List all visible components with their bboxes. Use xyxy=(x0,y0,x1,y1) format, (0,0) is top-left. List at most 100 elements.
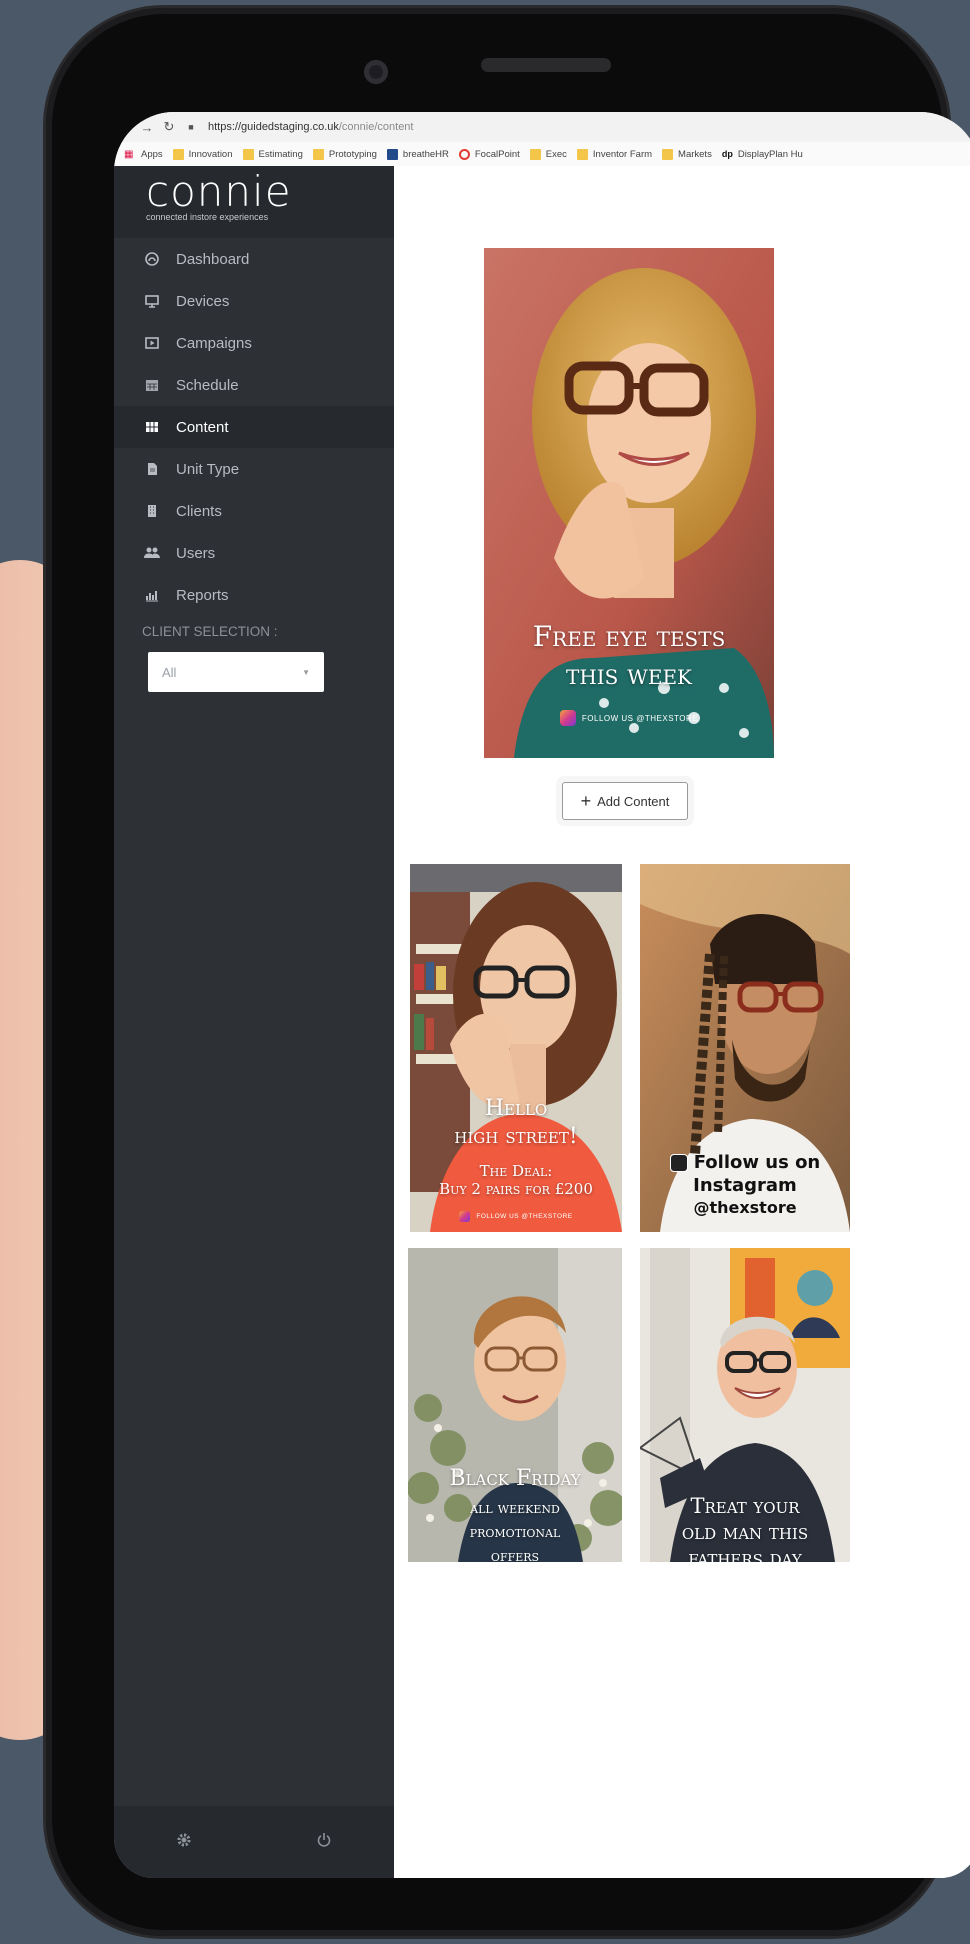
sidebar-item-users[interactable]: Users xyxy=(114,532,394,574)
sidebar-item-devices[interactable]: Devices xyxy=(114,280,394,322)
url-field[interactable]: https://guidedstaging.co.uk/connie/conte… xyxy=(208,121,414,133)
hero-headline-2: this week xyxy=(566,658,692,691)
sidebar-item-schedule[interactable]: Schedule xyxy=(114,364,394,406)
bookmark-label: Innovation xyxy=(188,148,233,160)
bookmark-label: DisplayPlan Hu xyxy=(737,148,803,160)
folder-icon xyxy=(662,148,674,160)
dashboard-icon xyxy=(144,251,160,267)
card-4-line-1: Treat your xyxy=(690,1494,800,1518)
back-icon[interactable]: ← xyxy=(114,120,136,135)
sidebar-menu: Dashboard Devices Campaigns Schedule Con… xyxy=(114,238,394,616)
sidebar-item-reports[interactable]: Reports xyxy=(114,574,394,616)
content-card[interactable]: Black Friday all weekend promotional off… xyxy=(408,1248,622,1562)
bookmark-label: Exec xyxy=(545,148,567,160)
content-card[interactable]: Treat your old man this fathers day xyxy=(640,1248,850,1562)
bookmark-label: Inventor Farm xyxy=(592,148,653,160)
instagram-icon xyxy=(669,1153,688,1172)
brand-name: connie xyxy=(146,167,292,216)
phone-screen: ← → ↻ ■ https://guidedstaging.co.uk/conn… xyxy=(114,112,970,1878)
bookmark-inventor-farm[interactable]: Inventor Farm xyxy=(576,148,653,160)
calendar-icon xyxy=(144,377,160,393)
bookmark-prototyping[interactable]: Prototyping xyxy=(312,148,377,160)
sidebar-item-dashboard[interactable]: Dashboard xyxy=(114,238,394,280)
sidebar-item-label: Devices xyxy=(176,292,230,310)
card-2-line-2: Instagram xyxy=(693,1175,797,1196)
forward-icon[interactable]: → xyxy=(136,120,158,135)
folder-icon xyxy=(529,148,541,160)
power-icon[interactable] xyxy=(316,1832,332,1853)
folder-icon xyxy=(172,148,184,160)
brand-logo[interactable]: connie connected instore experiences xyxy=(114,166,394,238)
bookmark-label: Prototyping xyxy=(328,148,377,160)
card-2-line-3: @thexstore xyxy=(693,1198,797,1217)
bookmark-exec[interactable]: Exec xyxy=(529,148,567,160)
bookmark-label: Markets xyxy=(678,148,712,160)
add-content-label: Add Content xyxy=(597,793,670,809)
card-4-line-3: fathers day xyxy=(688,1546,802,1562)
card-1-line-4: Buy 2 pairs for £200 xyxy=(439,1180,593,1198)
card-3-line-1: Black Friday xyxy=(449,1466,581,1491)
bookmark-apps[interactable]: ▦ Apps xyxy=(124,149,163,160)
sidebar-item-label: Reports xyxy=(176,586,229,604)
file-icon xyxy=(144,461,160,477)
bar-chart-icon xyxy=(144,587,160,603)
building-icon xyxy=(144,503,160,519)
browser-address-bar: ← → ↻ ■ https://guidedstaging.co.uk/conn… xyxy=(114,112,970,142)
sidebar-item-label: Content xyxy=(176,418,229,436)
folder-icon xyxy=(312,148,324,160)
url-path: /connie/content xyxy=(338,121,414,133)
content-card[interactable]: Hello high street! The Deal: Buy 2 pairs… xyxy=(410,864,622,1232)
folder-icon xyxy=(576,148,588,160)
bookmark-label: Estimating xyxy=(258,148,303,160)
hero-follow-line: FOLLOW US @THEXSTORE xyxy=(484,710,774,726)
sidebar-item-content[interactable]: Content xyxy=(114,406,394,448)
bookmark-breathehr[interactable]: breatheHR xyxy=(386,148,449,160)
apps-grid-icon: ▦ xyxy=(124,148,134,160)
monitor-icon xyxy=(144,293,160,309)
hero-headline-1: Free eye tests xyxy=(532,620,726,653)
bookmark-estimating[interactable]: Estimating xyxy=(242,148,303,160)
focalpoint-icon xyxy=(458,148,470,160)
add-content-button[interactable]: + Add Content xyxy=(562,782,688,820)
bookmark-innovation[interactable]: Innovation xyxy=(172,148,233,160)
bookmarks-bar: ▦ Apps Innovation Estimating Prototyping … xyxy=(114,142,970,167)
grid-icon xyxy=(144,419,160,435)
bookmark-label: breatheHR xyxy=(402,148,449,160)
sidebar-item-clients[interactable]: Clients xyxy=(114,490,394,532)
lock-icon: ■ xyxy=(188,122,194,132)
client-selection-label: CLIENT SELECTION : xyxy=(142,624,278,639)
card-3-line-4: offers xyxy=(490,1546,540,1562)
url-host: https://guidedstaging.co.uk xyxy=(208,121,339,133)
phone-frame: ← → ↻ ■ https://guidedstaging.co.uk/conn… xyxy=(46,8,970,1936)
gear-icon[interactable] xyxy=(176,1832,192,1853)
card-1-line-2: high street! xyxy=(454,1124,578,1149)
card-3-line-2: all weekend xyxy=(470,1498,560,1517)
card-1-line-3: The Deal: xyxy=(479,1162,553,1180)
folder-icon xyxy=(242,148,254,160)
sidebar-item-campaigns[interactable]: Campaigns xyxy=(114,322,394,364)
bookmark-markets[interactable]: Markets xyxy=(662,148,712,160)
sidebar-footer xyxy=(114,1806,394,1878)
sidebar: connie connected instore experiences Das… xyxy=(114,166,394,1878)
bookmark-label: Apps xyxy=(141,148,163,160)
plus-icon: + xyxy=(580,791,592,811)
content-card[interactable]: Follow us on Instagram @thexstore xyxy=(640,864,850,1232)
sidebar-item-label: Dashboard xyxy=(176,250,250,268)
content-card-hero[interactable]: Free eye tests this week FOLLOW US @THEX… xyxy=(484,248,774,758)
sidebar-item-label: Campaigns xyxy=(176,334,252,352)
card-2-line-1: Follow us on xyxy=(693,1152,821,1173)
bookmark-displayplan[interactable]: dp DisplayPlan Hu xyxy=(722,149,803,160)
reload-icon[interactable]: ↻ xyxy=(158,119,180,135)
bookmark-label: FocalPoint xyxy=(474,148,520,160)
users-icon xyxy=(144,545,160,561)
sidebar-item-unit-type[interactable]: Unit Type xyxy=(114,448,394,490)
card-1-line-1: Hello xyxy=(484,1096,548,1121)
breathehr-icon xyxy=(386,148,398,160)
instagram-icon xyxy=(559,710,576,726)
sidebar-item-label: Unit Type xyxy=(176,460,240,478)
client-select-dropdown[interactable]: All ▼ xyxy=(148,652,324,692)
card-4-line-2: old man this xyxy=(681,1520,809,1544)
bookmark-focalpoint[interactable]: FocalPoint xyxy=(458,148,520,160)
client-select-value: All xyxy=(162,664,177,680)
displayplan-icon: dp xyxy=(721,148,733,159)
